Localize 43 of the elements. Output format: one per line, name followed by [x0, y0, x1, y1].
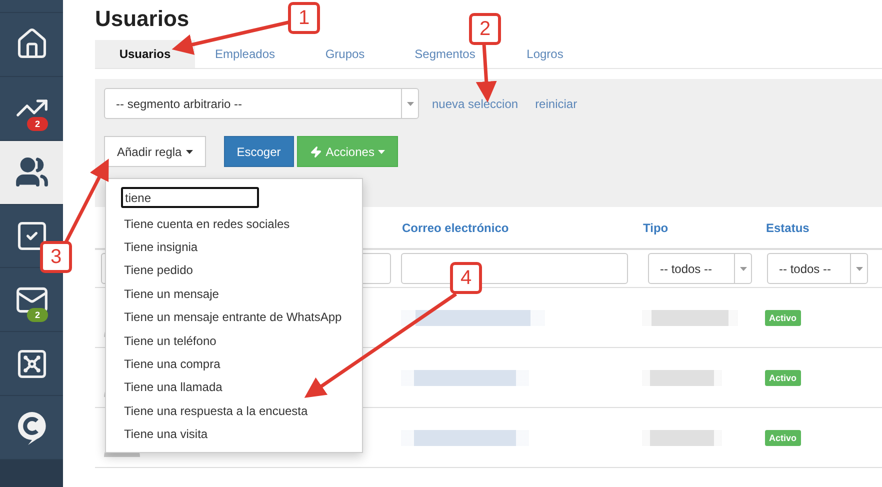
lightning-icon	[310, 146, 322, 158]
status-label: Activo	[765, 430, 801, 446]
caret-icon	[378, 150, 386, 154]
sidebar-footer	[0, 460, 63, 487]
menu-item[interactable]: Tiene un mensaje entrante de WhatsApp	[106, 306, 362, 329]
annotation-number: 3	[40, 241, 72, 273]
column-header[interactable]: Tipo	[636, 220, 759, 234]
status-label: Activo	[765, 370, 801, 386]
menu-item[interactable]: Tiene una compra	[106, 352, 362, 376]
count-badge: 2	[27, 116, 48, 131]
menu-item[interactable]: Tiene una llamada	[106, 376, 362, 400]
menu-item[interactable]: Tiene un teléfono	[106, 328, 362, 352]
annotation-number: 4	[450, 262, 482, 294]
tab[interactable]: Empleados	[195, 40, 295, 68]
add-rule-button[interactable]: Añadir regla	[104, 136, 206, 167]
filter-select[interactable]: -- todos --	[648, 253, 752, 284]
menu-item[interactable]: Tiene insignia	[106, 235, 362, 259]
menu-item[interactable]: Tiene un mensaje	[106, 282, 362, 306]
menu-item[interactable]: Tiene cuenta en redes sociales	[106, 212, 362, 236]
caret-icon	[186, 150, 193, 154]
chat-bubble-icon	[16, 410, 48, 446]
menu-item[interactable]: Tiene pedido	[106, 258, 362, 282]
search-field[interactable]: tiene	[121, 187, 259, 208]
page-title: Usuarios	[95, 6, 190, 33]
tab[interactable]: Usuarios	[95, 40, 195, 68]
segment-select[interactable]: -- segmento arbitrario --	[104, 88, 419, 119]
caret-icon	[856, 266, 862, 270]
tab[interactable]: Grupos	[295, 40, 395, 68]
users-icon	[14, 155, 48, 190]
status-label: Activo	[765, 310, 801, 326]
count-badge: 2	[27, 308, 48, 322]
menu-item[interactable]: Tiene una respuesta a la encuesta	[106, 399, 362, 423]
caret-icon	[406, 102, 414, 106]
sidebar-item[interactable]	[0, 140, 63, 204]
filter-select[interactable]: -- todos --	[767, 253, 868, 284]
caret-icon	[740, 266, 746, 270]
column-header[interactable]: Estatus	[759, 220, 882, 234]
annotation-number: 2	[469, 13, 501, 45]
annotation-number: 1	[288, 2, 320, 34]
menu-item[interactable]: Tiene una visita	[106, 422, 362, 446]
choose-button[interactable]: Escoger	[224, 136, 294, 167]
filter-field[interactable]	[401, 253, 628, 284]
column-header[interactable]: Correo electrónico	[395, 220, 636, 234]
